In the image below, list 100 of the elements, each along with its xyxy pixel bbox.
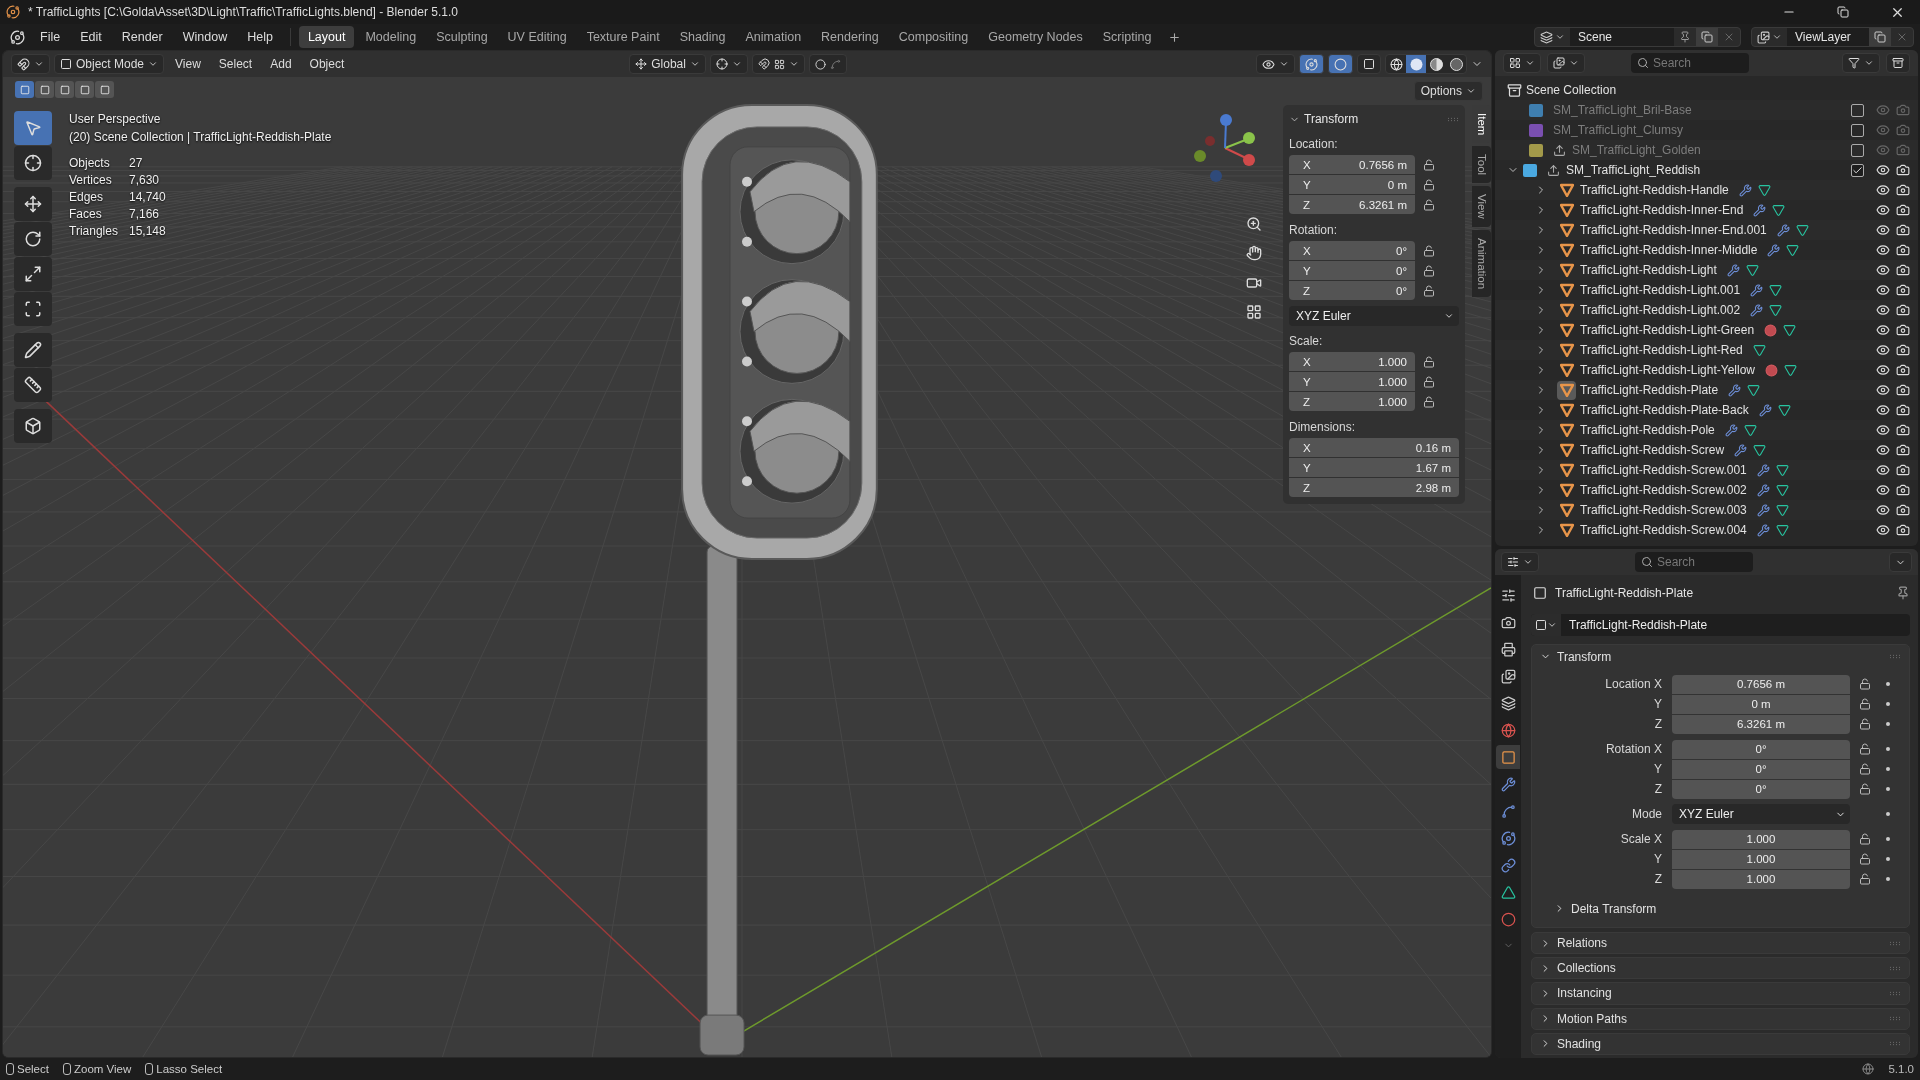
object-name[interactable]: TrafficLight-Reddish-Inner-End.001 bbox=[1580, 223, 1767, 237]
workspace-tab[interactable]: UV Editing bbox=[498, 26, 576, 48]
number-field[interactable]: Z 2.98 m bbox=[1289, 478, 1459, 497]
number-field[interactable]: Z 6.3261 m bbox=[1289, 195, 1415, 214]
object-name-field[interactable]: TrafficLight-Reddish-Plate bbox=[1531, 613, 1910, 636]
panel-header[interactable]: Relations bbox=[1531, 931, 1910, 955]
object-name[interactable]: TrafficLight-Reddish-Inner-End bbox=[1580, 203, 1744, 217]
panel-header[interactable]: Instancing bbox=[1531, 982, 1910, 1005]
stat-value: 15,148 bbox=[129, 223, 167, 239]
sidebar-tab[interactable]: Tool bbox=[1472, 146, 1491, 184]
viewport-menu-item[interactable]: Add bbox=[263, 55, 299, 73]
object-name: TrafficLight-Reddish-Plate bbox=[1555, 585, 1695, 600]
collection-name[interactable]: Scene Collection bbox=[1526, 83, 1617, 97]
number-field[interactable]: 6.3261 m bbox=[1672, 714, 1850, 734]
sidebar-tab[interactable]: View bbox=[1472, 186, 1491, 228]
workspace-tab[interactable]: Geometry Nodes bbox=[979, 26, 1092, 48]
number-field[interactable]: X 0.16 m bbox=[1289, 438, 1459, 457]
menu-item[interactable]: Edit bbox=[71, 27, 111, 47]
object-name[interactable]: TrafficLight-Reddish-Light-Green bbox=[1580, 323, 1755, 337]
collection-name[interactable]: SM_TrafficLight_Reddish bbox=[1566, 163, 1701, 177]
mode-dropdown[interactable]: XYZ Euler bbox=[1672, 804, 1850, 825]
panel-title[interactable]: Transform bbox=[1304, 112, 1443, 126]
search-field[interactable]: Search bbox=[1635, 552, 1753, 572]
object-name[interactable]: TrafficLight-Reddish-Screw.001 bbox=[1580, 463, 1747, 477]
object-name[interactable]: TrafficLight-Reddish-Screw.004 bbox=[1580, 523, 1747, 537]
number-field[interactable]: Z 1.000 bbox=[1289, 392, 1415, 411]
object-name[interactable]: TrafficLight-Reddish-Light-Yellow bbox=[1580, 363, 1755, 377]
object-name[interactable]: TrafficLight-Reddish-Plate bbox=[1580, 383, 1719, 397]
options-dropdown[interactable]: Options bbox=[1413, 81, 1483, 101]
number-field[interactable]: 0° bbox=[1672, 759, 1850, 779]
panel-header[interactable]: Collections bbox=[1531, 957, 1910, 980]
rotation-mode-dropdown[interactable]: XYZ Euler bbox=[1289, 306, 1459, 326]
viewport-menu-item[interactable]: Select bbox=[211, 55, 260, 73]
object-name[interactable]: TrafficLight-Reddish-Light.001 bbox=[1580, 283, 1741, 297]
collection-name[interactable]: SM_TrafficLight_Bril-Base bbox=[1553, 103, 1692, 117]
workspace-tab[interactable]: Modeling bbox=[356, 26, 426, 48]
menu-item[interactable]: File bbox=[31, 27, 70, 47]
stat-value: 7,630 bbox=[129, 172, 161, 188]
number-field[interactable]: 0.7656 m bbox=[1672, 674, 1850, 694]
number-field[interactable]: Y 0° bbox=[1289, 261, 1415, 280]
workspace-tab[interactable]: Texture Paint bbox=[577, 26, 669, 48]
view-name: User Perspective bbox=[69, 111, 162, 128]
number-field[interactable]: Y 1.000 bbox=[1289, 372, 1415, 391]
collection-name[interactable]: SM_TrafficLight_Golden bbox=[1572, 143, 1701, 157]
number-field[interactable]: 0° bbox=[1672, 739, 1850, 759]
workspace-tab[interactable]: Compositing bbox=[889, 26, 978, 48]
number-field[interactable]: X 0° bbox=[1289, 241, 1415, 260]
group-label: Dimensions: bbox=[1289, 420, 1357, 434]
number-field[interactable]: 1.000 bbox=[1672, 849, 1850, 869]
object-name[interactable]: TrafficLight-Reddish-Screw bbox=[1580, 443, 1725, 457]
menu-item[interactable]: Help bbox=[238, 27, 282, 47]
workspace-tab[interactable]: Shading bbox=[670, 26, 735, 48]
workspace-tab[interactable]: Sculpting bbox=[427, 26, 497, 48]
orientation-dropdown[interactable]: Global bbox=[629, 54, 706, 74]
object-name[interactable]: TrafficLight-Reddish-Inner-Middle bbox=[1580, 243, 1758, 257]
subpanel-header[interactable]: Delta Transform bbox=[1532, 896, 1909, 921]
workspace-tab[interactable]: Rendering bbox=[812, 26, 888, 48]
object-name[interactable]: TrafficLight-Reddish-Handle bbox=[1580, 183, 1729, 197]
version-label: 5.1.0 bbox=[1888, 1063, 1914, 1075]
status-hint: Lasso Select bbox=[145, 1063, 223, 1075]
object-name[interactable]: TrafficLight-Reddish-Screw.002 bbox=[1580, 483, 1747, 497]
stat-label: Vertices bbox=[69, 172, 113, 188]
number-field[interactable]: Y 1.67 m bbox=[1289, 458, 1459, 477]
property-label: Z bbox=[1653, 717, 1663, 732]
number-field[interactable]: X 1.000 bbox=[1289, 352, 1415, 371]
panel-header[interactable]: Motion Paths bbox=[1531, 1007, 1910, 1030]
object-name[interactable]: TrafficLight-Reddish-Light bbox=[1580, 263, 1717, 277]
property-label: Z bbox=[1653, 872, 1663, 887]
stat-value: 7,166 bbox=[129, 206, 161, 222]
number-field[interactable]: 0° bbox=[1672, 779, 1850, 799]
number-field[interactable]: 1.000 bbox=[1672, 829, 1850, 849]
object-name[interactable]: TrafficLight-Reddish-Plate-Back bbox=[1580, 403, 1749, 417]
active-context: (20) Scene Collection | TrafficLight-Reddish-Plate bbox=[69, 129, 332, 146]
menu-item[interactable]: Window bbox=[173, 27, 237, 47]
panel-header[interactable]: Transform bbox=[1532, 644, 1909, 669]
stat-label: Faces bbox=[69, 206, 103, 222]
workspace-tab[interactable]: Layout bbox=[298, 26, 355, 48]
group-label: Rotation: bbox=[1289, 223, 1339, 237]
object-name[interactable]: TrafficLight-Reddish-Light-Red bbox=[1580, 343, 1743, 357]
number-field[interactable]: Y 0 m bbox=[1289, 175, 1415, 194]
panel-header[interactable]: Shading bbox=[1531, 1032, 1910, 1055]
viewport-menu-item[interactable]: View bbox=[168, 55, 208, 73]
number-field[interactable]: Z 0° bbox=[1289, 281, 1415, 300]
object-name[interactable]: TrafficLight-Reddish-Pole bbox=[1580, 423, 1715, 437]
property-label: Y bbox=[1653, 762, 1663, 777]
workspace-tab[interactable]: Scripting bbox=[1093, 26, 1161, 48]
viewport-menu-item[interactable]: Object bbox=[302, 55, 352, 73]
stat-label: Objects bbox=[69, 155, 111, 171]
object-name[interactable]: TrafficLight-Reddish-Light.002 bbox=[1580, 303, 1741, 317]
number-field[interactable]: 0 m bbox=[1672, 694, 1850, 714]
workspace-tab[interactable]: Animation bbox=[736, 26, 811, 48]
sidebar-tab[interactable]: Animation bbox=[1472, 230, 1491, 298]
number-field[interactable]: 1.000 bbox=[1672, 869, 1850, 889]
stat-value: 14,740 bbox=[129, 189, 167, 205]
collection-name[interactable]: SM_TrafficLight_Clumsy bbox=[1553, 123, 1684, 137]
number-field[interactable]: X 0.7656 m bbox=[1289, 155, 1415, 174]
search-field[interactable]: Search bbox=[1631, 53, 1749, 73]
mode-dropdown[interactable]: Object Mode bbox=[54, 54, 165, 74]
menu-item[interactable]: Render bbox=[112, 27, 172, 47]
object-name[interactable]: TrafficLight-Reddish-Screw.003 bbox=[1580, 503, 1747, 517]
